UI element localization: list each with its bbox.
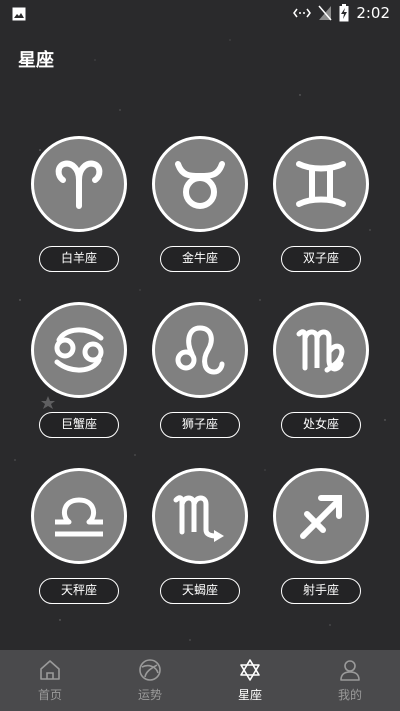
- zodiac-label[interactable]: 天蝎座: [160, 578, 240, 604]
- virgo-icon: [296, 329, 345, 373]
- taurus-icon: [175, 161, 225, 209]
- aries-icon: [55, 160, 103, 209]
- zodiac-item-virgo[interactable]: 处女座: [261, 302, 382, 442]
- user-icon: [340, 660, 360, 681]
- nav-label-constellation: 星座: [237, 688, 262, 702]
- home-icon: [40, 660, 60, 680]
- page-title: 星座: [18, 50, 54, 71]
- nav-label-profile: 我的: [337, 688, 362, 702]
- bottom-nav: 首页 运势 星座 我的: [0, 650, 400, 711]
- zodiac-label[interactable]: 双子座: [281, 246, 361, 272]
- zodiac-label[interactable]: 天秤座: [39, 578, 119, 604]
- gemini-circle[interactable]: [273, 136, 369, 232]
- no-signal-icon: [318, 5, 332, 21]
- zodiac-label[interactable]: 处女座: [281, 412, 361, 438]
- libra-circle[interactable]: [31, 468, 127, 564]
- scorpio-icon: [173, 495, 224, 542]
- zodiac-label[interactable]: 巨蟹座: [39, 412, 119, 438]
- battery-charging-icon: [339, 4, 349, 22]
- status-bar: 2:02: [0, 0, 400, 28]
- sagittarius-icon: [300, 495, 342, 539]
- scorpio-circle[interactable]: [152, 468, 248, 564]
- zodiac-item-libra[interactable]: 天秤座: [19, 468, 140, 608]
- sagittarius-circle[interactable]: [273, 468, 369, 564]
- zodiac-item-sagittarius[interactable]: 射手座: [261, 468, 382, 608]
- zodiac-label[interactable]: 白羊座: [39, 246, 119, 272]
- zodiac-item-scorpio[interactable]: 天蝎座: [140, 468, 261, 608]
- data-transfer-icon: [293, 8, 312, 18]
- fortune-icon: [139, 659, 161, 681]
- zodiac-label[interactable]: 金牛座: [160, 246, 240, 272]
- nav-label-home: 首页: [37, 688, 62, 702]
- gemini-icon: [296, 161, 346, 207]
- zodiac-label[interactable]: 狮子座: [160, 412, 240, 438]
- nav-item-constellation[interactable]: 星座: [200, 650, 300, 711]
- zodiac-item-leo[interactable]: 狮子座: [140, 302, 261, 442]
- nav-item-profile[interactable]: 我的: [300, 650, 400, 711]
- cancer-circle[interactable]: [31, 302, 127, 398]
- leo-circle[interactable]: [152, 302, 248, 398]
- zodiac-item-cancer[interactable]: 巨蟹座: [19, 302, 140, 442]
- nav-item-fortune[interactable]: 运势: [100, 650, 200, 711]
- zodiac-item-taurus[interactable]: 金牛座: [140, 136, 261, 276]
- image-notification-icon: [12, 7, 26, 21]
- cancer-icon: [54, 327, 104, 373]
- zodiac-item-gemini[interactable]: 双子座: [261, 136, 382, 276]
- libra-icon: [55, 497, 103, 537]
- taurus-circle[interactable]: [152, 136, 248, 232]
- star-of-david-icon: [240, 659, 260, 681]
- zodiac-label[interactable]: 射手座: [281, 578, 361, 604]
- nav-label-fortune: 运势: [137, 688, 162, 702]
- status-time: 2:02: [356, 4, 390, 22]
- zodiac-item-aries[interactable]: 白羊座: [19, 136, 140, 276]
- leo-icon: [175, 325, 225, 375]
- virgo-circle[interactable]: [273, 302, 369, 398]
- aries-circle[interactable]: [31, 136, 127, 232]
- nav-item-home[interactable]: 首页: [0, 650, 100, 711]
